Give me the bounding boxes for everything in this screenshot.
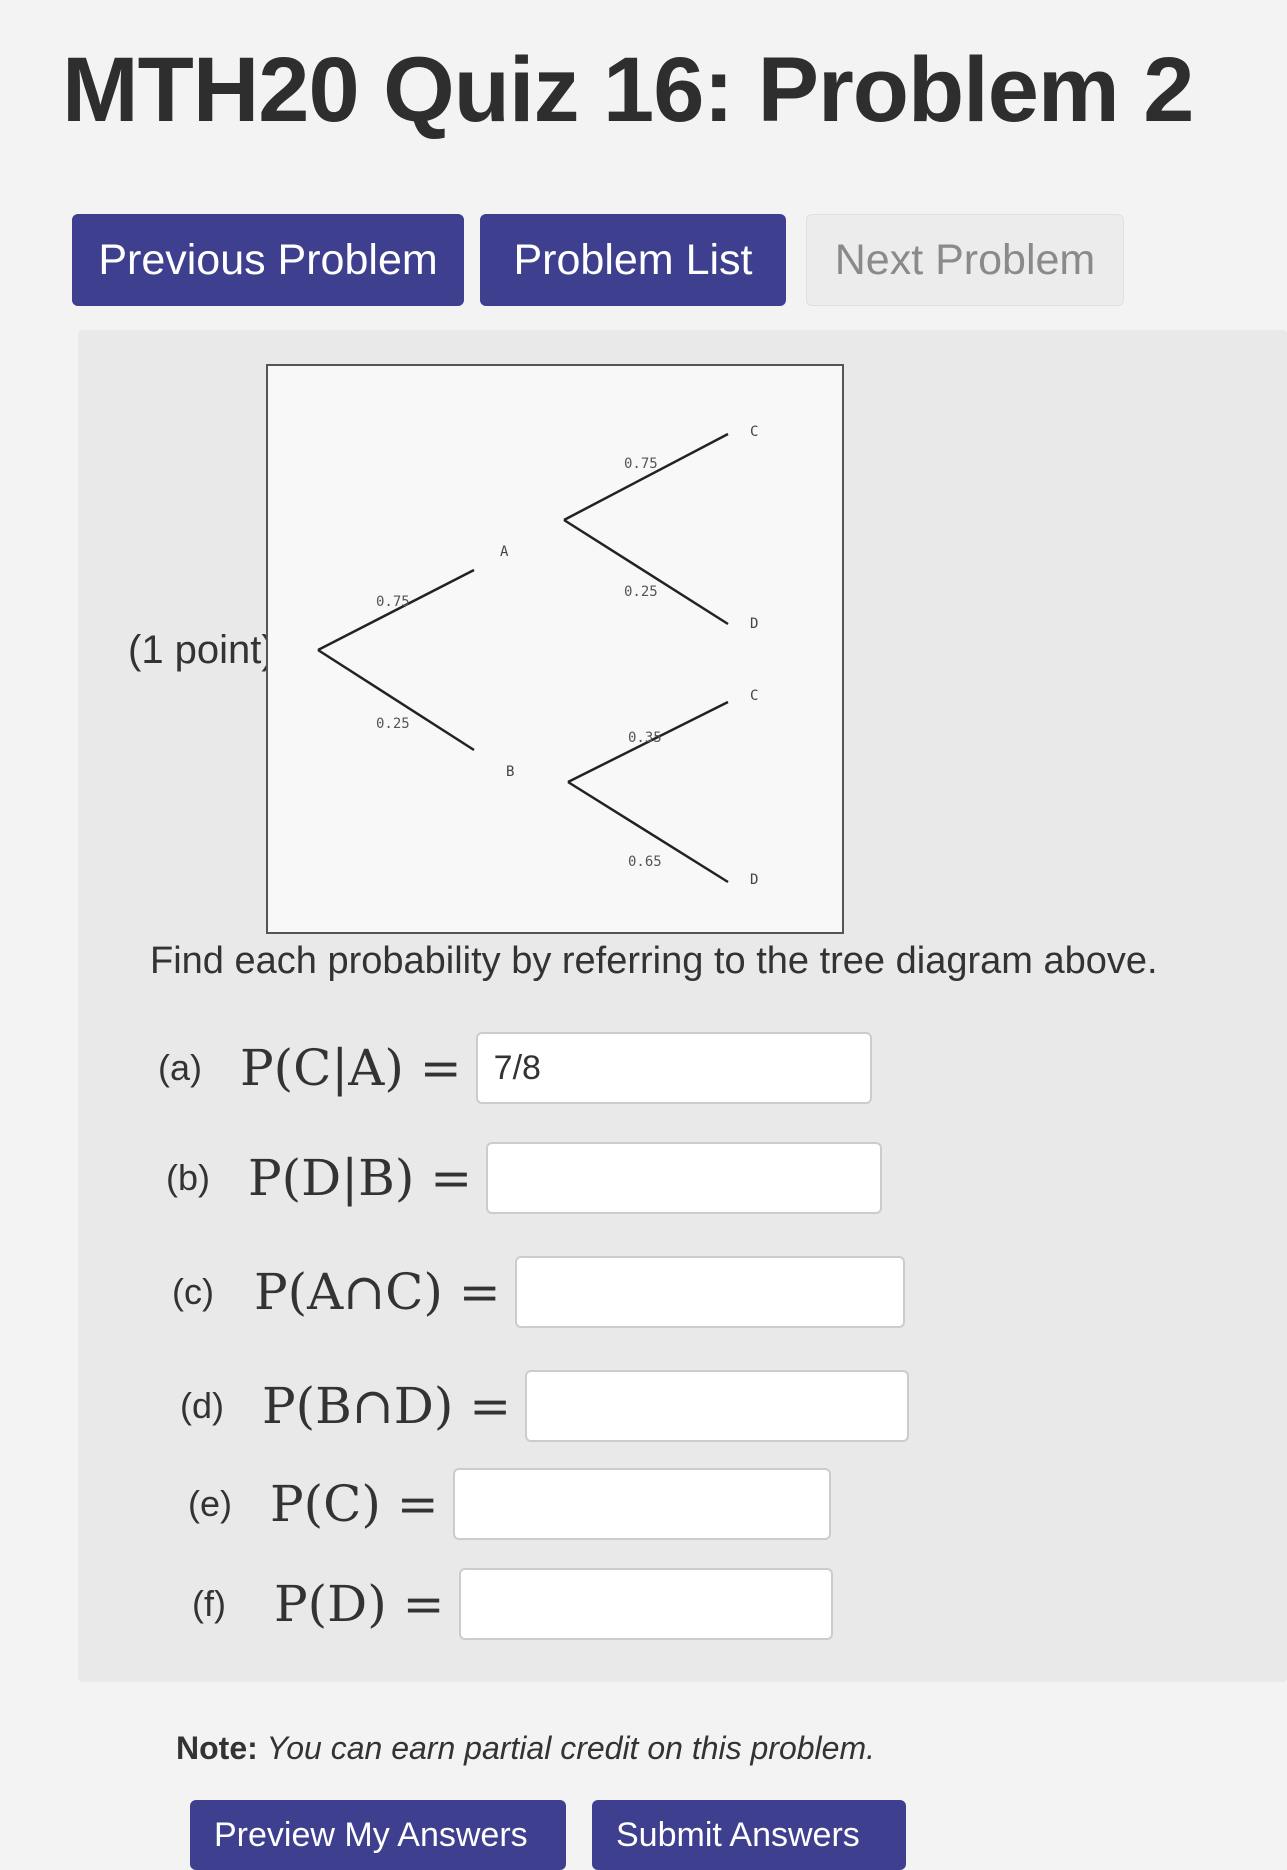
problem-prompt: Find each probability by referring to th… [150,940,1158,982]
partial-credit-note: Note: You can earn partial credit on thi… [176,1730,875,1767]
node-c-top: C [750,424,758,440]
question-c-expression: P(A∩C) = [254,1263,501,1321]
answer-e-input[interactable] [452,1468,831,1540]
answer-f-input[interactable] [458,1568,833,1640]
question-c-label: (c) [172,1271,214,1312]
node-d-bottom: D [750,872,758,888]
answer-d-input[interactable] [525,1370,910,1442]
prob-label-a: 0.75 [376,594,410,610]
question-e: (e) P(C) = [188,1466,831,1542]
points-label: (1 point) [128,628,275,672]
tree-diagram-svg: 0.75 0.25 0.75 0.25 0.35 0.65 A B C D C … [317,424,758,888]
tree-diagram: 0.75 0.25 0.75 0.25 0.35 0.65 A B C D C … [266,364,844,934]
branch-root-b [317,648,475,752]
question-d-label: (d) [180,1385,224,1426]
question-b-expression: P(D|B) = [248,1149,473,1207]
question-a-label: (a) [158,1047,202,1088]
question-d-expression: P(B∩D) = [262,1377,512,1435]
branch-root-a [317,568,475,652]
node-b: B [506,764,514,780]
submit-answers-button[interactable]: Submit Answers [592,1800,906,1870]
question-f-expression: P(D) = [274,1575,445,1633]
prob-label-b-d: 0.65 [628,854,662,870]
question-f: (f) P(D) = [192,1566,833,1642]
node-d-top: D [750,616,758,632]
branch-a-c [563,432,729,522]
question-d: (d) P(B∩D) = [180,1368,910,1444]
problem-list-button[interactable]: Problem List [480,214,786,306]
prob-label-a-d: 0.25 [624,584,658,600]
answer-c-input[interactable] [514,1256,905,1328]
preview-answers-button[interactable]: Preview My Answers [190,1800,566,1870]
note-label: Note: [176,1730,258,1766]
note-text: You can earn partial credit on this prob… [266,1730,875,1766]
question-f-label: (f) [192,1583,226,1624]
question-b: (b) P(D|B) = [166,1140,883,1216]
question-a-expression: P(C|A) = [240,1039,462,1097]
node-c-bottom: C [750,688,758,704]
next-problem-button[interactable]: Next Problem [806,214,1124,306]
prob-label-a-c: 0.75 [624,456,658,472]
question-b-label: (b) [166,1157,210,1198]
page-title: MTH20 Quiz 16: Problem 2 [62,39,1194,141]
previous-problem-button[interactable]: Previous Problem [72,214,464,306]
prob-label-b-c: 0.35 [628,730,662,746]
question-a: (a) P(C|A) = [158,1030,872,1106]
question-c: (c) P(A∩C) = [172,1254,905,1330]
question-e-expression: P(C) = [270,1475,439,1533]
answer-a-input[interactable] [475,1032,872,1104]
branch-a-d [563,518,729,626]
answer-b-input[interactable] [486,1142,883,1214]
prob-label-b: 0.25 [376,716,410,732]
node-a: A [500,544,509,560]
question-e-label: (e) [188,1483,232,1524]
